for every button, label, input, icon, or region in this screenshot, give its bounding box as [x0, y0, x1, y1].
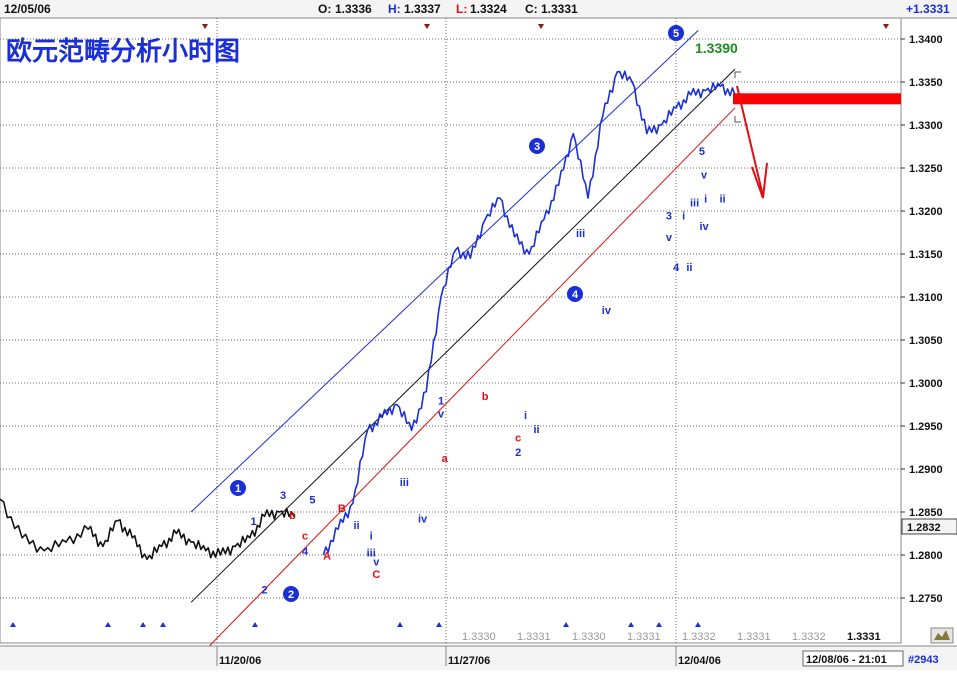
wave-label: 2 — [515, 447, 521, 459]
wave-label: iii — [576, 228, 585, 240]
svg-text:1: 1 — [235, 483, 241, 495]
wave-label: i — [370, 531, 373, 543]
footer-timestamp: 12/08/06 - 21:01 — [806, 654, 887, 666]
y-tick-label: 1.3000 — [909, 378, 943, 390]
bottom-value: 1.3331 — [517, 631, 551, 643]
wave-label: iii — [400, 477, 409, 489]
y-tick-label: 1.3050 — [909, 335, 943, 347]
high-label: H: — [388, 2, 401, 16]
wave-label: 1 — [438, 396, 444, 408]
header-date: 12/05/06 — [4, 2, 51, 16]
wave-label: v — [701, 169, 708, 181]
low-label: L: — [456, 2, 467, 16]
wave-label: v — [373, 556, 380, 568]
chart-settings-icon[interactable] — [930, 627, 954, 644]
price-tag: 1.2832 — [901, 518, 957, 535]
date-label-1: 11/20/06 — [219, 655, 261, 667]
wave-label: 3 — [280, 490, 286, 502]
y-tick-label: 1.3300 — [909, 120, 943, 132]
wave-label: i — [704, 193, 707, 205]
change-value: +1.3331 — [906, 2, 950, 16]
close-label: C: — [525, 2, 538, 16]
wave-label: iv — [700, 221, 710, 233]
wave-label: 4 — [302, 546, 309, 558]
wave-label: C — [372, 569, 380, 581]
wave-label: v — [438, 408, 445, 420]
bottom-value: 1.3332 — [682, 631, 716, 643]
footer-bar-count: #2943 — [908, 654, 939, 666]
open-label: O: — [318, 2, 331, 16]
wave-label: 4 — [673, 262, 680, 274]
y-tick-label: 1.3100 — [909, 292, 943, 304]
wave-label: b — [482, 391, 489, 403]
wave-label: iv — [602, 305, 612, 317]
wave-label: v — [666, 232, 673, 244]
wave-label: 2 — [262, 585, 268, 597]
wave-label: b — [289, 510, 296, 522]
bottom-value: 1.3331 — [847, 631, 881, 643]
bottom-value: 1.3330 — [462, 631, 496, 643]
svg-text:4: 4 — [572, 289, 579, 301]
date-label-2: 11/27/06 — [448, 655, 490, 667]
y-tick-label: 1.3400 — [909, 34, 943, 46]
y-tick-label: 1.3200 — [909, 206, 943, 218]
wave-label: B — [338, 503, 346, 515]
svg-text:2: 2 — [288, 589, 294, 601]
wave-label: ii — [719, 193, 725, 205]
low-value: 1.3324 — [470, 2, 507, 16]
bottom-value: 1.3331 — [627, 631, 661, 643]
wave-label: a — [442, 453, 449, 465]
wave-label: A — [323, 550, 331, 562]
y-tick-label: 1.3350 — [909, 77, 943, 89]
wave-label: iii — [690, 198, 699, 210]
close-value: 1.3331 — [541, 2, 578, 16]
wave-label: 5 — [309, 494, 315, 506]
svg-text:5: 5 — [673, 28, 679, 40]
wave-label: iv — [418, 513, 428, 525]
price-tag-text: 1.2832 — [907, 522, 941, 534]
y-tick-label: 1.3150 — [909, 249, 943, 261]
y-tick-label: 1.2850 — [909, 507, 943, 519]
y-tick-label: 1.2800 — [909, 550, 943, 562]
wave-label: 3 — [666, 211, 672, 223]
wave-label: i — [682, 211, 685, 223]
target-label: 1.3390 — [695, 40, 738, 56]
wave-label: ii — [533, 424, 539, 436]
wave-label: ii — [353, 520, 359, 532]
wave-label: ii — [686, 262, 692, 274]
chart-root: 12/05/06 O: 1.3336 H: 1.3337 L: 1.3324 C… — [0, 0, 957, 670]
wave-label: c — [302, 531, 308, 543]
svg-text:3: 3 — [534, 141, 540, 153]
y-tick-label: 1.2900 — [909, 464, 943, 476]
bottom-value: 1.3332 — [792, 631, 826, 643]
wave-label: i — [524, 410, 527, 422]
wave-label: 1 — [251, 516, 257, 528]
y-tick-label: 1.2750 — [909, 593, 943, 605]
bottom-value: 1.3331 — [737, 631, 771, 643]
chart-title: 欧元范畴分析小时图 — [6, 36, 240, 66]
bottom-value: 1.3330 — [572, 631, 606, 643]
open-value: 1.3336 — [335, 2, 372, 16]
y-tick-label: 1.3250 — [909, 163, 943, 175]
date-label-3: 12/04/06 — [678, 655, 721, 667]
resistance-band — [733, 93, 901, 105]
wave-label: 5 — [699, 146, 705, 158]
price-chart[interactable]: 12/05/06 O: 1.3336 H: 1.3337 L: 1.3324 C… — [0, 0, 957, 670]
header-bar: 12/05/06 O: 1.3336 H: 1.3337 L: 1.3324 C… — [0, 0, 957, 19]
high-value: 1.3337 — [404, 2, 441, 16]
footer-bar: 11/20/06 11/27/06 12/04/06 12/08/06 - 21… — [0, 645, 957, 670]
y-tick-label: 1.2950 — [909, 421, 943, 433]
wave-label: c — [515, 433, 521, 445]
